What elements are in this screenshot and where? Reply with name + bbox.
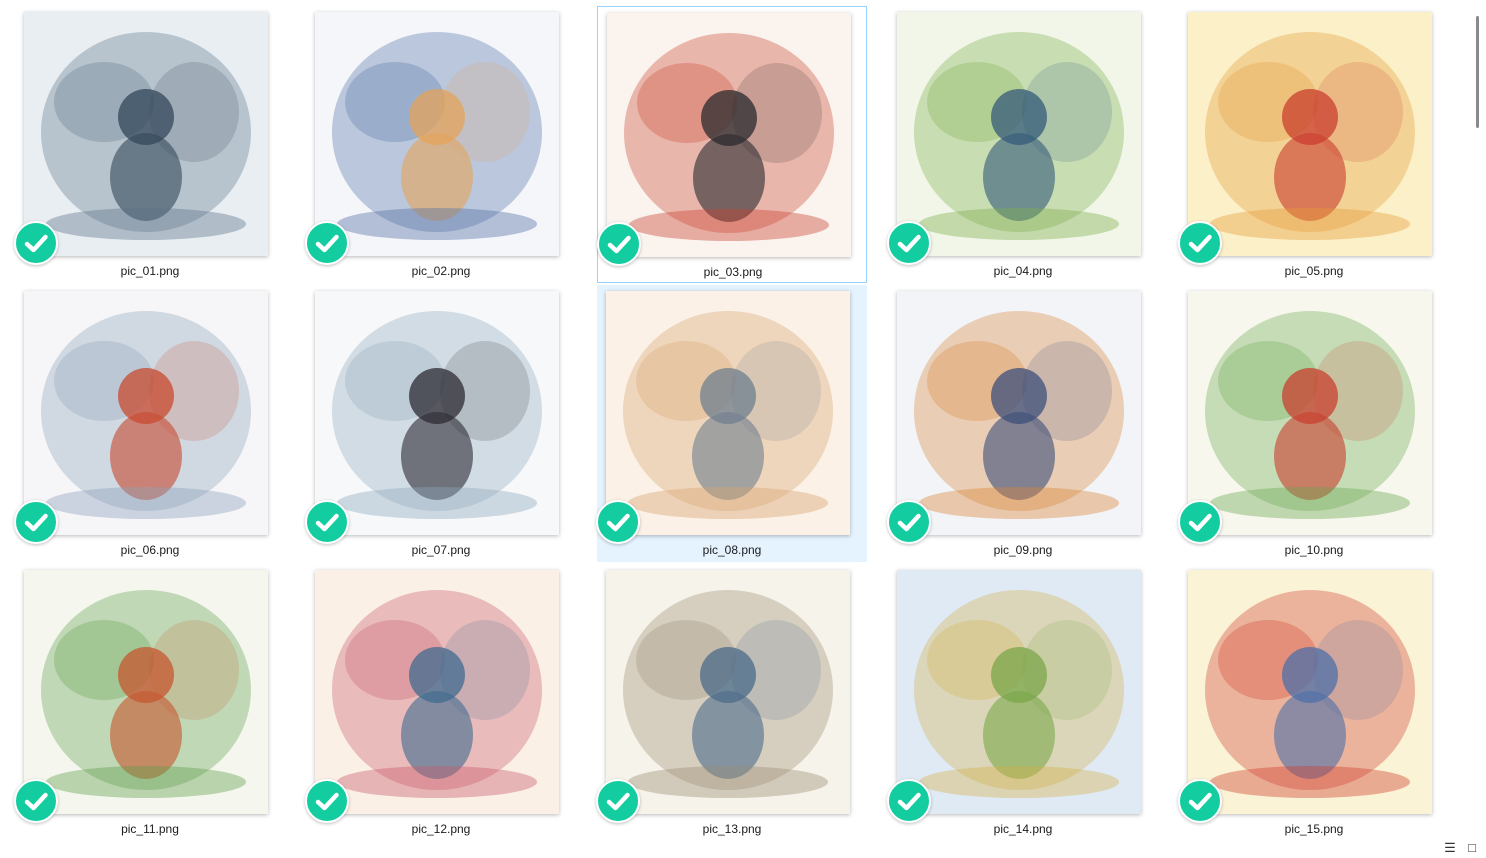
checkmark-icon[interactable] (887, 221, 931, 265)
file-item[interactable]: pic_08.png (596, 285, 867, 562)
file-thumbnail[interactable] (606, 291, 850, 535)
checkmark-icon[interactable] (305, 500, 349, 544)
file-thumbnail[interactable] (606, 570, 850, 814)
file-name: pic_15.png (1284, 822, 1344, 836)
checkmark-icon[interactable] (596, 500, 640, 544)
file-thumbnail[interactable] (1188, 291, 1432, 535)
file-thumbnail[interactable] (315, 291, 559, 535)
details-view-icon[interactable]: ☰ (1442, 840, 1458, 856)
file-name: pic_13.png (702, 822, 762, 836)
checkmark-icon[interactable] (14, 500, 58, 544)
file-item[interactable]: pic_09.png (887, 285, 1158, 562)
file-thumbnail[interactable] (315, 570, 559, 814)
scrollbar-thumb[interactable] (1476, 16, 1479, 128)
file-name: pic_02.png (411, 264, 471, 278)
file-grid: pic_01.png pic_02.png pic_03.png pic_04.png… (0, 0, 1468, 858)
vertical-scrollbar[interactable] (1468, 0, 1486, 858)
file-item[interactable]: pic_12.png (305, 564, 576, 841)
file-item[interactable]: pic_01.png (14, 6, 285, 283)
file-thumbnail[interactable] (1188, 570, 1432, 814)
checkmark-icon[interactable] (887, 779, 931, 823)
file-name: pic_09.png (993, 543, 1053, 557)
file-thumbnail[interactable] (1188, 12, 1432, 256)
file-name: pic_11.png (121, 822, 179, 836)
file-item[interactable]: pic_07.png (305, 285, 576, 562)
file-name: pic_14.png (993, 822, 1053, 836)
file-thumbnail[interactable] (897, 12, 1141, 256)
checkmark-icon[interactable] (1178, 779, 1222, 823)
file-thumbnail[interactable] (24, 570, 268, 814)
file-name: pic_01.png (120, 264, 180, 278)
file-name: pic_12.png (411, 822, 471, 836)
file-thumbnail[interactable] (24, 12, 268, 256)
file-name: pic_06.png (120, 543, 180, 557)
file-name: pic_07.png (411, 543, 471, 557)
file-item[interactable]: pic_13.png (596, 564, 867, 841)
checkmark-icon[interactable] (305, 221, 349, 265)
checkmark-icon[interactable] (305, 779, 349, 823)
file-name: pic_05.png (1284, 264, 1344, 278)
checkmark-icon[interactable] (14, 221, 58, 265)
file-item[interactable]: pic_15.png (1178, 564, 1449, 841)
file-item[interactable]: pic_03.png (597, 6, 867, 283)
checkmark-icon[interactable] (1178, 500, 1222, 544)
file-thumbnail[interactable] (897, 570, 1141, 814)
file-thumbnail[interactable] (315, 12, 559, 256)
file-name: pic_04.png (993, 264, 1053, 278)
file-item[interactable]: pic_02.png (305, 6, 576, 283)
file-thumbnail[interactable] (24, 291, 268, 535)
file-item[interactable]: pic_10.png (1178, 285, 1449, 562)
checkmark-icon[interactable] (887, 500, 931, 544)
file-item[interactable]: pic_06.png (14, 285, 285, 562)
large-icons-view-icon[interactable]: □ (1464, 840, 1480, 856)
checkmark-icon[interactable] (14, 779, 58, 823)
file-item[interactable]: pic_05.png (1178, 6, 1449, 283)
file-item[interactable]: pic_14.png (887, 564, 1158, 841)
checkmark-icon[interactable] (596, 779, 640, 823)
file-name: pic_03.png (703, 265, 763, 279)
file-thumbnail[interactable] (607, 13, 851, 257)
file-item[interactable]: pic_04.png (887, 6, 1158, 283)
file-item[interactable]: pic_11.png (14, 564, 285, 841)
file-thumbnail[interactable] (897, 291, 1141, 535)
file-name: pic_08.png (702, 543, 762, 557)
checkmark-icon[interactable] (1178, 221, 1222, 265)
checkmark-icon[interactable] (597, 222, 641, 266)
file-name: pic_10.png (1284, 543, 1344, 557)
